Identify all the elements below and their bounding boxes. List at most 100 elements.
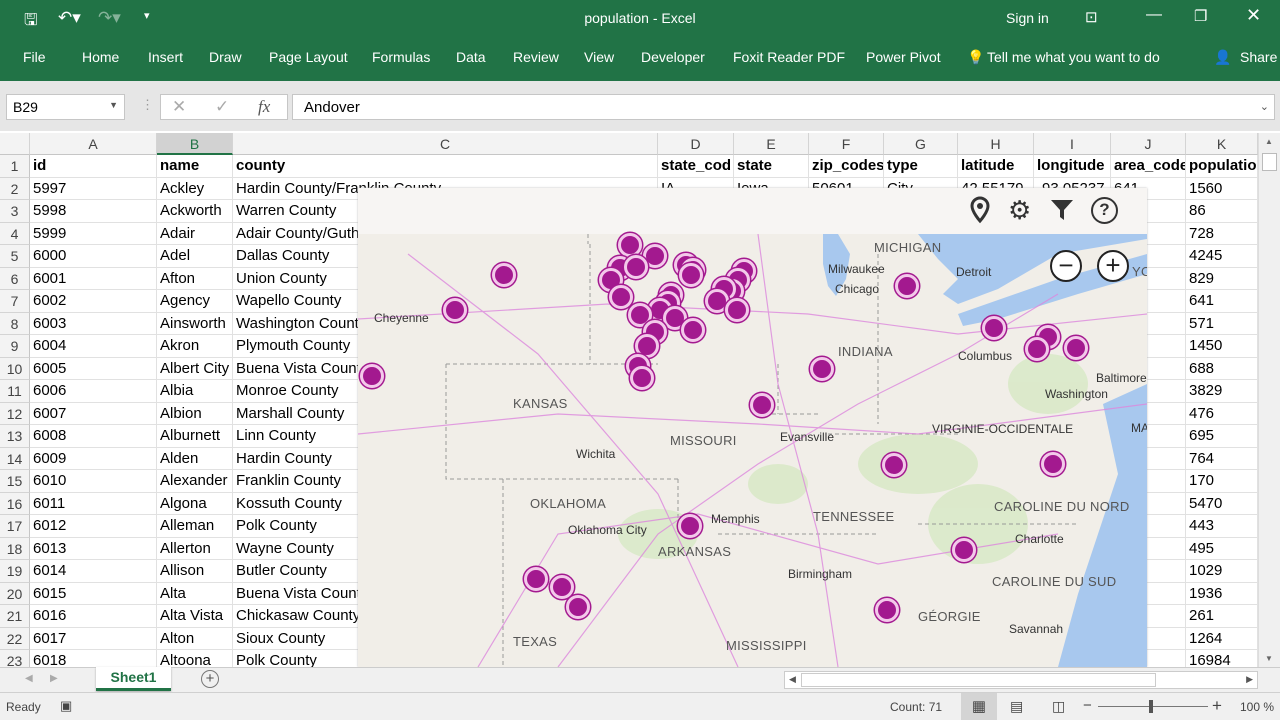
header-cell[interactable]: longitude [1034, 155, 1111, 178]
cell-population[interactable]: 764 [1186, 447, 1258, 470]
zoom-slider-thumb[interactable] [1149, 700, 1153, 713]
cell-name[interactable]: Allerton [157, 537, 233, 560]
map-pin[interactable] [630, 366, 654, 390]
cell-population[interactable]: 1936 [1186, 582, 1258, 605]
map-pin[interactable] [678, 514, 702, 538]
tab-power-pivot[interactable]: Power Pivot [866, 49, 941, 65]
cell-id[interactable]: 6002 [30, 290, 157, 313]
cell-id[interactable]: 6013 [30, 537, 157, 560]
row-header[interactable]: 4 [0, 222, 30, 245]
cell-id[interactable]: 6008 [30, 425, 157, 448]
cell-population[interactable]: 476 [1186, 402, 1258, 425]
cell-population[interactable]: 261 [1186, 605, 1258, 628]
row-header[interactable]: 7 [0, 290, 30, 313]
map-pin[interactable] [681, 318, 705, 342]
add-sheet-button[interactable]: + [201, 670, 219, 688]
header-cell[interactable]: state_cod [658, 155, 734, 178]
cell-id[interactable]: 6018 [30, 650, 157, 667]
cell-population[interactable]: 16984 [1186, 650, 1258, 667]
redo-icon[interactable]: ↷▾ [98, 8, 121, 28]
normal-view-icon[interactable]: ▦ [961, 693, 997, 720]
cell-population[interactable]: 728 [1186, 222, 1258, 245]
column-header-d[interactable]: D [658, 133, 734, 155]
tab-developer[interactable]: Developer [641, 49, 705, 65]
map-pin[interactable] [895, 274, 919, 298]
header-cell[interactable]: county [233, 155, 658, 178]
scrollbar-thumb[interactable] [1262, 153, 1277, 171]
tab-home[interactable]: Home [82, 49, 119, 65]
cell-name[interactable]: Ackworth [157, 200, 233, 223]
tab-view[interactable]: View [584, 49, 614, 65]
cell-name[interactable]: Adair [157, 222, 233, 245]
column-header-a[interactable]: A [30, 133, 157, 155]
cell-name[interactable]: Alexander [157, 470, 233, 493]
filter-icon[interactable] [1050, 198, 1074, 225]
tab-draw[interactable]: Draw [209, 49, 242, 65]
header-cell[interactable]: area_code [1111, 155, 1186, 178]
cell-id[interactable]: 6006 [30, 380, 157, 403]
row-header[interactable]: 14 [0, 447, 30, 470]
map-canvas[interactable]: MICHIGAN Milwaukee Chicago Detroit Cheyenne I… [358, 233, 1147, 667]
map-pin[interactable] [550, 575, 574, 599]
row-header[interactable]: 18 [0, 537, 30, 560]
cell-name[interactable]: Altoona [157, 650, 233, 667]
cell-id[interactable]: 6016 [30, 605, 157, 628]
column-header-f[interactable]: F [809, 133, 884, 155]
page-layout-view-icon[interactable]: ▤ [1010, 698, 1023, 715]
scroll-down-icon[interactable]: ▼ [1265, 654, 1273, 663]
tab-formulas[interactable]: Formulas [372, 49, 430, 65]
sign-in-link[interactable]: Sign in [1006, 10, 1049, 26]
cell-population[interactable]: 443 [1186, 515, 1258, 538]
map-pin[interactable] [360, 364, 384, 388]
cell-name[interactable]: Alta Vista [157, 605, 233, 628]
cell-id[interactable]: 6012 [30, 515, 157, 538]
cell-id[interactable]: 6004 [30, 335, 157, 358]
column-header-g[interactable]: G [884, 133, 958, 155]
header-cell[interactable]: latitude [958, 155, 1034, 178]
cell-population[interactable]: 1264 [1186, 627, 1258, 650]
cell-name[interactable]: Albion [157, 402, 233, 425]
help-icon[interactable]: ? [1091, 197, 1118, 224]
next-sheet-icon[interactable]: ▶ [50, 673, 58, 684]
row-header[interactable]: 17 [0, 515, 30, 538]
cell-id[interactable]: 6010 [30, 470, 157, 493]
map-pin[interactable] [679, 263, 703, 287]
cell-name[interactable]: Algona [157, 492, 233, 515]
header-cell[interactable]: populatio [1186, 155, 1258, 178]
zoom-in-button[interactable]: + [1097, 250, 1129, 282]
share-button[interactable]: Share [1240, 49, 1277, 65]
cell-id[interactable]: 5999 [30, 222, 157, 245]
splitter-icon[interactable]: ⋮ [141, 97, 154, 113]
map-pin[interactable] [1025, 337, 1049, 361]
formula-input[interactable]: Andover ⌄ [292, 94, 1275, 120]
row-header[interactable]: 2 [0, 177, 30, 200]
row-header[interactable]: 12 [0, 402, 30, 425]
expand-formula-icon[interactable]: ⌄ [1260, 100, 1269, 113]
gear-icon[interactable]: ⚙ [1008, 195, 1031, 226]
cell-population[interactable]: 688 [1186, 357, 1258, 380]
cell-name[interactable]: Alton [157, 627, 233, 650]
cell-id[interactable]: 6011 [30, 492, 157, 515]
column-header-j[interactable]: J [1111, 133, 1186, 155]
cell-name[interactable]: Alta [157, 582, 233, 605]
column-header-h[interactable]: H [958, 133, 1034, 155]
cell-name[interactable]: Alburnett [157, 425, 233, 448]
cell-population[interactable]: 170 [1186, 470, 1258, 493]
cell-id[interactable]: 5997 [30, 177, 157, 200]
cell-name[interactable]: Adel [157, 245, 233, 268]
restore-icon[interactable]: ❐ [1194, 7, 1207, 25]
cell-id[interactable]: 6009 [30, 447, 157, 470]
cell-name[interactable]: Afton [157, 267, 233, 290]
tab-data[interactable]: Data [456, 49, 486, 65]
cell-population[interactable]: 5470 [1186, 492, 1258, 515]
chevron-down-icon[interactable]: ▼ [109, 100, 118, 110]
insert-function-icon[interactable]: fx [258, 97, 270, 117]
map-pin[interactable] [566, 595, 590, 619]
map-pin[interactable] [875, 598, 899, 622]
scroll-left-icon[interactable]: ◀ [789, 674, 796, 685]
cell-population[interactable]: 86 [1186, 200, 1258, 223]
cell-population[interactable]: 495 [1186, 537, 1258, 560]
cell-population[interactable]: 695 [1186, 425, 1258, 448]
vertical-scrollbar[interactable]: ▲ ▼ [1258, 133, 1280, 667]
select-all-button[interactable] [0, 133, 30, 155]
